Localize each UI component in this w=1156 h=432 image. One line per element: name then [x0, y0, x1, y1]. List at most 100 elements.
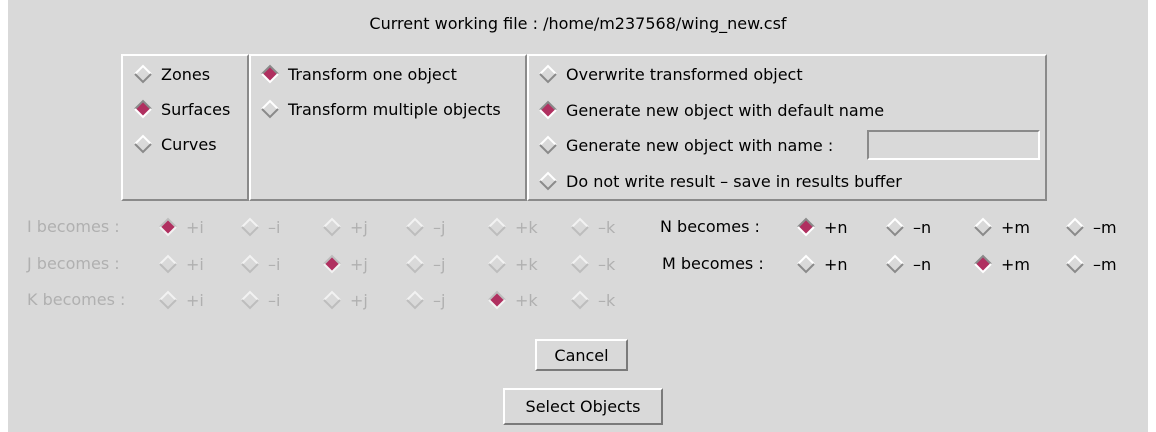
radio-diamond-icon	[133, 64, 153, 84]
n-map-option-0[interactable]: +n	[796, 216, 848, 238]
k-map-option-label: +i	[186, 290, 204, 310]
n-map-option-label: +m	[1001, 217, 1030, 237]
radio-diamond-icon	[158, 217, 178, 237]
m-map-option-0[interactable]: +n	[796, 253, 848, 275]
radio-diamond-icon	[158, 254, 178, 274]
k-map-option-2[interactable]: +j	[322, 289, 368, 311]
n-map-option-label: –m	[1093, 217, 1117, 237]
i-map-option-1[interactable]: –i	[240, 216, 280, 238]
radio-diamond-icon	[487, 254, 507, 274]
j-becomes-label: J becomes :	[27, 254, 120, 273]
radio-diamond-icon	[133, 99, 153, 119]
radio-diamond-icon	[796, 217, 816, 237]
k-map-option-label: –j	[433, 290, 446, 310]
radio-transform-one[interactable]: Transform one object	[260, 63, 457, 85]
i-map-option-label: –i	[268, 217, 281, 237]
j-map-option-label: +j	[350, 254, 368, 274]
k-map-option-0[interactable]: +i	[158, 289, 204, 311]
m-map-option-3[interactable]: –m	[1065, 253, 1117, 275]
k-map-option-3[interactable]: –j	[405, 289, 445, 311]
k-map-option-5[interactable]: –k	[570, 289, 615, 311]
radio-diamond-icon	[1065, 217, 1085, 237]
k-map-option-label: +k	[515, 290, 538, 310]
radio-diamond-icon	[260, 99, 280, 119]
n-map-option-label: –n	[913, 217, 932, 237]
m-map-option-2[interactable]: +m	[973, 253, 1030, 275]
i-map-option-label: +j	[350, 217, 368, 237]
n-map-option-label: +n	[824, 217, 848, 237]
k-map-option-4[interactable]: +k	[487, 289, 538, 311]
radio-diamond-icon	[538, 135, 558, 155]
transform-dialog: Current working file : /home/m237568/win…	[8, 0, 1148, 432]
radio-surfaces[interactable]: Surfaces	[133, 98, 230, 120]
i-becomes-label: I becomes :	[27, 217, 120, 236]
i-map-option-0[interactable]: +i	[158, 216, 204, 238]
radio-diamond-icon	[240, 254, 260, 274]
radio-diamond-icon	[240, 217, 260, 237]
i-map-option-label: +k	[515, 217, 538, 237]
k-becomes-label: K becomes :	[27, 290, 126, 309]
radio-diamond-icon	[570, 217, 590, 237]
m-map-option-label: –n	[913, 254, 932, 274]
radio-diamond-icon	[158, 290, 178, 310]
new-object-name-input[interactable]	[867, 130, 1040, 160]
j-map-option-label: +i	[186, 254, 204, 274]
n-map-option-1[interactable]: –n	[885, 216, 931, 238]
current-file-title: Current working file : /home/m237568/win…	[369, 14, 787, 33]
k-map-option-1[interactable]: –i	[240, 289, 280, 311]
radio-overwrite[interactable]: Overwrite transformed object	[538, 63, 803, 85]
n-map-option-2[interactable]: +m	[973, 216, 1030, 238]
radio-custom-name[interactable]: Generate new object with name :	[538, 134, 833, 156]
radio-diamond-icon	[973, 217, 993, 237]
j-map-option-0[interactable]: +i	[158, 253, 204, 275]
i-map-option-label: –k	[598, 217, 616, 237]
m-map-option-label: +m	[1001, 254, 1030, 274]
j-map-option-label: –i	[268, 254, 281, 274]
k-map-option-label: –i	[268, 290, 281, 310]
radio-diamond-icon	[885, 254, 905, 274]
radio-diamond-icon	[405, 217, 425, 237]
radio-diamond-icon	[538, 100, 558, 120]
n-becomes-label: N becomes :	[660, 217, 760, 236]
k-map-option-label: +j	[350, 290, 368, 310]
n-map-option-3[interactable]: –m	[1065, 216, 1117, 238]
select-objects-button[interactable]: Select Objects	[503, 388, 663, 425]
radio-diamond-icon	[885, 217, 905, 237]
radio-diamond-icon	[260, 64, 280, 84]
i-map-option-5[interactable]: –k	[570, 216, 615, 238]
j-map-option-4[interactable]: +k	[487, 253, 538, 275]
m-map-option-1[interactable]: –n	[885, 253, 931, 275]
radio-zones[interactable]: Zones	[133, 63, 210, 85]
j-map-option-label: –k	[598, 254, 616, 274]
j-map-option-label: +k	[515, 254, 538, 274]
radio-diamond-icon	[405, 290, 425, 310]
m-map-option-label: –m	[1093, 254, 1117, 274]
radio-diamond-icon	[570, 290, 590, 310]
j-map-option-3[interactable]: –j	[405, 253, 445, 275]
i-map-option-3[interactable]: –j	[405, 216, 445, 238]
radio-diamond-icon	[133, 134, 153, 154]
radio-diamond-icon	[796, 254, 816, 274]
radio-diamond-icon	[322, 290, 342, 310]
radio-curves[interactable]: Curves	[133, 133, 217, 155]
i-map-option-4[interactable]: +k	[487, 216, 538, 238]
radio-diamond-icon	[322, 217, 342, 237]
radio-diamond-icon	[487, 217, 507, 237]
j-map-option-1[interactable]: –i	[240, 253, 280, 275]
j-map-option-label: –j	[433, 254, 446, 274]
radio-diamond-icon	[538, 171, 558, 191]
j-map-option-5[interactable]: –k	[570, 253, 615, 275]
m-map-option-label: +n	[824, 254, 848, 274]
radio-diamond-icon	[570, 254, 590, 274]
radio-diamond-icon	[973, 254, 993, 274]
radio-default-name[interactable]: Generate new object with default name	[538, 99, 884, 121]
cancel-button[interactable]: Cancel	[535, 339, 628, 371]
radio-diamond-icon	[405, 254, 425, 274]
radio-results-buffer[interactable]: Do not write result – save in results bu…	[538, 170, 902, 192]
j-map-option-2[interactable]: +j	[322, 253, 368, 275]
i-map-option-2[interactable]: +j	[322, 216, 368, 238]
radio-transform-multiple[interactable]: Transform multiple objects	[260, 98, 501, 120]
radio-diamond-icon	[487, 290, 507, 310]
radio-diamond-icon	[322, 254, 342, 274]
i-map-option-label: –j	[433, 217, 446, 237]
